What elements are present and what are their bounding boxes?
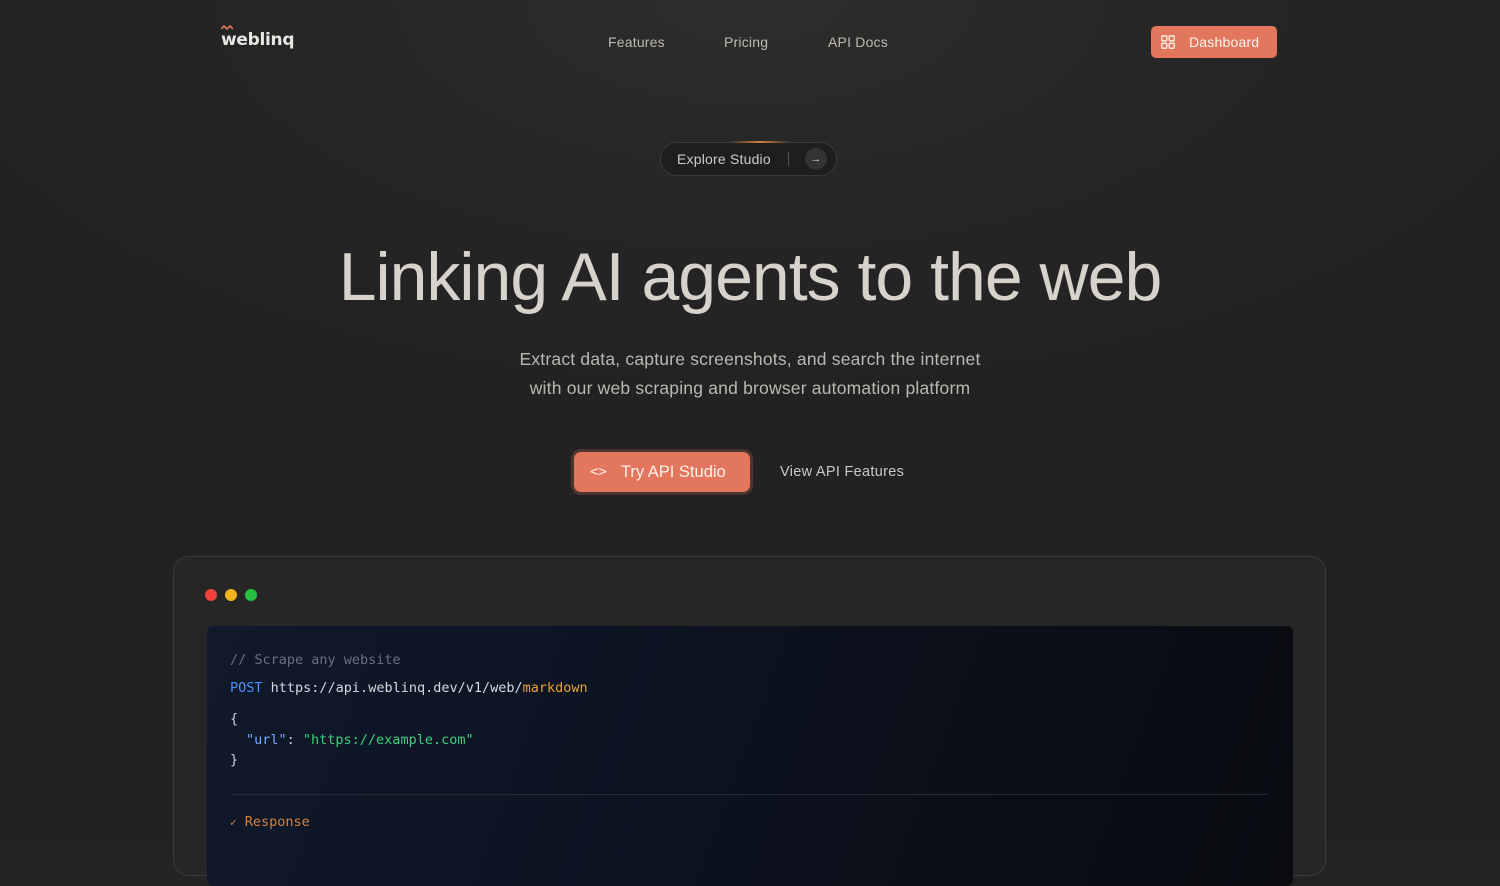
logo[interactable]: weblinq bbox=[221, 25, 295, 50]
explore-studio-label: Explore Studio bbox=[677, 151, 771, 167]
http-method: POST bbox=[230, 680, 263, 696]
hero-subtitle: Extract data, capture screenshots, and s… bbox=[0, 345, 1500, 402]
window-close-dot bbox=[205, 589, 217, 601]
view-api-features-link[interactable]: View API Features bbox=[780, 464, 904, 480]
nav-link-api-docs[interactable]: API Docs bbox=[828, 34, 888, 50]
code-close-brace: } bbox=[230, 752, 239, 768]
response-label: Response bbox=[244, 814, 310, 830]
code-comment: // Scrape any website bbox=[230, 652, 401, 668]
code-divider bbox=[230, 794, 1268, 795]
body-key: "url" bbox=[246, 732, 287, 748]
request-url-base: https://api.weblinq.dev/v1/web/ bbox=[270, 680, 523, 696]
code-body-line: "url": "https://example.com" bbox=[246, 732, 474, 748]
nav-link-pricing[interactable]: Pricing bbox=[724, 34, 768, 50]
pill-glow-accent bbox=[730, 141, 790, 143]
hero-title: Linking AI agents to the web bbox=[338, 239, 1163, 315]
code-preview-window: // Scrape any website POST https://api.w… bbox=[173, 556, 1326, 886]
response-heading: ✓ Response bbox=[230, 814, 310, 830]
request-url-endpoint: markdown bbox=[522, 680, 588, 696]
window-maximize-dot bbox=[245, 589, 257, 601]
arrow-right-icon: → bbox=[804, 148, 827, 170]
window-minimize-dot bbox=[225, 589, 237, 601]
hero-subtitle-line-1: Extract data, capture screenshots, and s… bbox=[519, 349, 981, 369]
check-icon: ✓ bbox=[230, 816, 237, 829]
logo-text: weblinq bbox=[221, 30, 295, 50]
try-api-studio-label: Try API Studio bbox=[620, 462, 726, 481]
code-panel: // Scrape any website POST https://api.w… bbox=[207, 626, 1293, 886]
code-brackets-icon: <> bbox=[590, 464, 607, 480]
logo-wave-icon bbox=[221, 25, 234, 30]
body-value: "https://example.com" bbox=[302, 732, 474, 748]
pill-divider bbox=[787, 152, 789, 166]
dashboard-button-label: Dashboard bbox=[1189, 34, 1260, 50]
try-api-studio-button[interactable]: <> Try API Studio bbox=[574, 452, 750, 492]
dashboard-button[interactable]: Dashboard bbox=[1151, 26, 1277, 58]
explore-studio-pill[interactable]: Explore Studio → bbox=[660, 142, 837, 176]
hero-subtitle-line-2: with our web scraping and browser automa… bbox=[529, 377, 971, 398]
top-navigation: weblinq Features Pricing API Docs Dashbo… bbox=[0, 0, 1500, 84]
code-open-brace: { bbox=[230, 711, 239, 727]
nav-link-features[interactable]: Features bbox=[608, 34, 665, 50]
body-colon: : bbox=[286, 732, 303, 748]
dashboard-grid-icon bbox=[1161, 35, 1175, 49]
code-request-line: POST https://api.weblinq.dev/v1/web/mark… bbox=[230, 680, 588, 696]
